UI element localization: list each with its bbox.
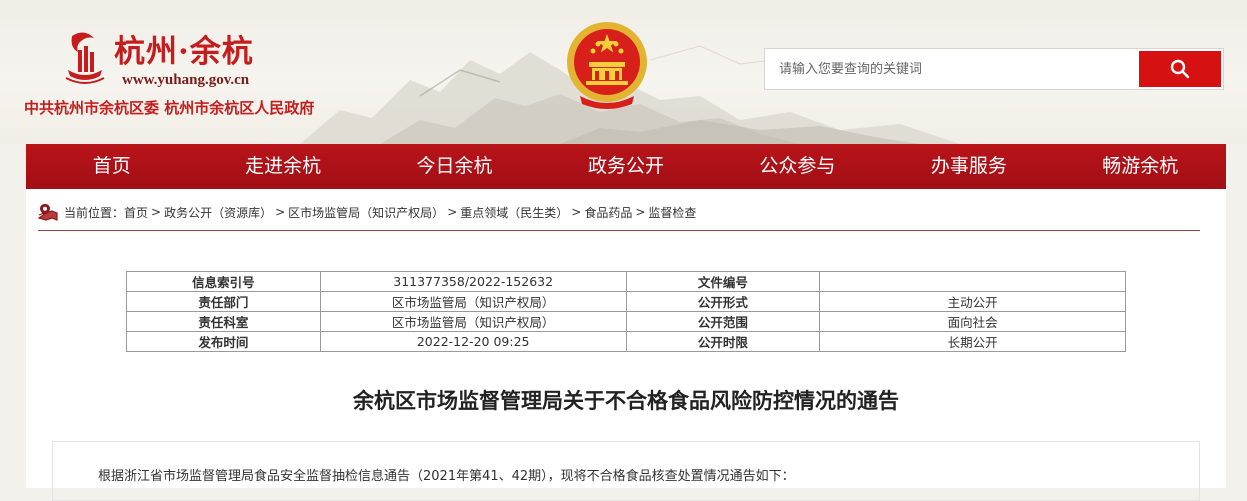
search-button[interactable] bbox=[1139, 51, 1221, 87]
breadcrumb: 当前位置： 首页 > 政务公开（资源库） > 区市场监管局（知识产权局） > 重… bbox=[38, 201, 696, 223]
organization-names: 中共杭州市余杭区委 杭州市余杭区人民政府 bbox=[24, 99, 315, 117]
meta-value: 区市场监管局（知识产权局） bbox=[319, 311, 627, 332]
breadcrumb-item-inspection[interactable]: 监督检查 bbox=[648, 204, 696, 221]
nav-item-today-yuhang[interactable]: 今日余杭 bbox=[369, 144, 540, 189]
meta-value: 主动公开 bbox=[819, 291, 1126, 312]
search-input[interactable] bbox=[765, 49, 1137, 89]
table-row: 发布时间 2022-12-20 09:25 公开时限 长期公开 bbox=[126, 331, 1126, 352]
site-header: 杭州·余杭 www.yuhang.gov.cn 中共杭州市余杭区委 杭州市余杭区… bbox=[0, 0, 1247, 144]
breadcrumb-item-home[interactable]: 首页 bbox=[124, 204, 148, 221]
document-metadata-table: 信息索引号 311377358/2022-152632 文件编号 责任部门 区市… bbox=[126, 271, 1126, 352]
table-row: 责任部门 区市场监管局（知识产权局） 公开形式 主动公开 bbox=[126, 291, 1126, 312]
breadcrumb-separator: > bbox=[571, 205, 582, 219]
article-title: 余杭区市场监督管理局关于不合格食品风险防控情况的通告 bbox=[353, 389, 899, 413]
table-row: 信息索引号 311377358/2022-152632 文件编号 bbox=[126, 271, 1126, 292]
nav-item-about-yuhang[interactable]: 走进余杭 bbox=[197, 144, 368, 189]
search-icon bbox=[1170, 59, 1190, 79]
meta-label: 公开时限 bbox=[625, 331, 821, 352]
meta-label: 文件编号 bbox=[625, 271, 821, 292]
meta-value: 2022-12-20 09:25 bbox=[319, 331, 627, 352]
meta-label: 公开形式 bbox=[625, 291, 821, 312]
breadcrumb-divider bbox=[38, 230, 1200, 231]
meta-value: 面向社会 bbox=[819, 311, 1126, 332]
nav-item-services[interactable]: 办事服务 bbox=[883, 144, 1054, 189]
breadcrumb-prefix: 当前位置： bbox=[64, 205, 125, 220]
meta-label: 信息索引号 bbox=[126, 271, 321, 292]
site-url: www.yuhang.gov.cn bbox=[122, 72, 250, 88]
meta-value: 长期公开 bbox=[819, 331, 1126, 352]
search-box bbox=[764, 48, 1224, 90]
table-row: 责任科室 区市场监管局（知识产权局） 公开范围 面向社会 bbox=[126, 311, 1126, 332]
article-paragraph: 根据浙江省市场监督管理局食品安全监督抽检信息通告（2021年第41、42期），现… bbox=[98, 469, 795, 484]
breadcrumb-separator: > bbox=[275, 205, 286, 219]
meta-label: 公开范围 bbox=[625, 311, 821, 332]
content-panel: 当前位置： 首页 > 政务公开（资源库） > 区市场监管局（知识产权局） > 重… bbox=[26, 189, 1226, 501]
breadcrumb-separator: > bbox=[447, 205, 458, 219]
meta-value: 311377358/2022-152632 bbox=[319, 271, 627, 292]
nav-item-public-participation[interactable]: 公众参与 bbox=[712, 144, 883, 189]
site-name: 杭州·余杭 bbox=[114, 34, 254, 70]
meta-value: 区市场监管局（知识产权局） bbox=[319, 291, 627, 312]
breadcrumb-item-market-bureau[interactable]: 区市场监管局（知识产权局） bbox=[288, 204, 444, 221]
yuhang-logo-icon bbox=[65, 32, 105, 84]
meta-value bbox=[819, 271, 1126, 292]
meta-label: 责任部门 bbox=[126, 291, 321, 312]
breadcrumb-item-food-drugs[interactable]: 食品药品 bbox=[584, 204, 632, 221]
breadcrumb-item-gov-affairs[interactable]: 政务公开（资源库） bbox=[164, 204, 272, 221]
breadcrumb-item-key-areas[interactable]: 重点领域（民生类） bbox=[460, 204, 568, 221]
national-emblem-icon bbox=[567, 22, 647, 109]
nav-item-home[interactable]: 首页 bbox=[26, 144, 197, 189]
nav-item-government-affairs[interactable]: 政务公开 bbox=[540, 144, 711, 189]
meta-label: 发布时间 bbox=[126, 331, 321, 352]
nav-item-tourism[interactable]: 畅游余杭 bbox=[1055, 144, 1226, 189]
breadcrumb-separator: > bbox=[635, 205, 646, 219]
meta-label: 责任科室 bbox=[126, 311, 321, 332]
location-icon bbox=[38, 204, 58, 221]
breadcrumb-separator: > bbox=[151, 205, 162, 219]
main-nav: 首页 走进余杭 今日余杭 政务公开 公众参与 办事服务 畅游余杭 bbox=[26, 144, 1226, 189]
